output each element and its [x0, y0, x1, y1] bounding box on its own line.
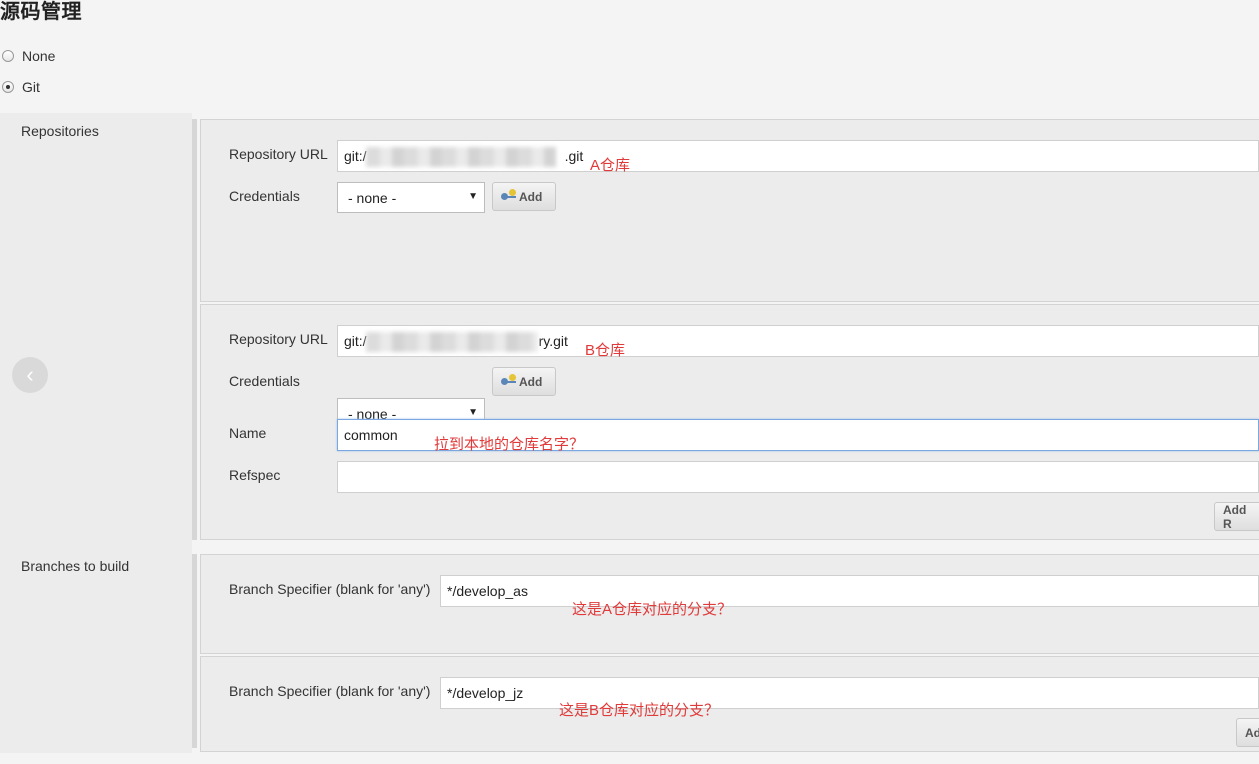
repo-b-url-label: Repository URL	[229, 331, 328, 347]
branch-a-annotation: 这是A仓库对应的分支？	[572, 601, 733, 618]
dropdown-arrow-icon: ▼	[468, 191, 478, 202]
radio-git-label: Git	[22, 79, 40, 95]
add-branch-label: Ad	[1245, 725, 1259, 740]
chevron-left-icon: ‹	[26, 362, 34, 387]
repo-a-url-suffix: .git	[564, 148, 584, 164]
repo-a-url-input[interactable]: git:/ .git	[337, 140, 1259, 172]
repo-b-name-label: Name	[229, 425, 267, 441]
scroll-left-button[interactable]: ‹	[12, 357, 48, 393]
repo-b-url-prefix: git:/	[344, 333, 367, 349]
scm-option-git[interactable]: Git	[0, 77, 40, 97]
repo-a-credentials-select[interactable]: - none - ▼	[337, 182, 485, 213]
radio-git[interactable]	[2, 81, 14, 93]
add-branch-button[interactable]: Ad	[1236, 718, 1259, 747]
repo-a-url-prefix: git:/	[344, 148, 367, 164]
repo-b-url-blur	[366, 332, 538, 352]
branch-a-value: */develop_as	[447, 583, 528, 599]
repo-a-url-label: Repository URL	[229, 146, 328, 162]
branch-b-value: */develop_jz	[447, 685, 524, 701]
left-panel	[0, 113, 192, 753]
section-title: 源码管理	[0, 1, 82, 23]
repo-b-add-label: Add	[519, 374, 543, 389]
scm-option-none[interactable]: None	[0, 46, 55, 66]
branches-label: Branches to build	[21, 558, 130, 574]
repo-a-url-blur	[366, 147, 556, 167]
branches-divider	[192, 554, 197, 748]
repo-b-name-annotation: 拉到本地的仓库名字？	[434, 436, 585, 453]
repositories-label: Repositories	[21, 123, 99, 139]
add-repository-label: Add R	[1223, 502, 1247, 531]
dropdown-arrow-icon: ▼	[468, 407, 478, 418]
branch-b-label: Branch Specifier (blank for 'any')	[229, 683, 431, 699]
repo-a-add-label: Add	[519, 189, 543, 204]
branch-a-label: Branch Specifier (blank for 'any')	[229, 581, 431, 597]
key-icon	[501, 188, 517, 202]
repo-b-refspec-label: Refspec	[229, 467, 281, 483]
repo-b-name-value: common	[344, 427, 398, 443]
repo-a-credentials-label: Credentials	[229, 188, 300, 204]
repo-b-annotation: B仓库	[585, 342, 626, 359]
repo-b-credentials-label: Credentials	[229, 373, 300, 389]
add-repository-button[interactable]: Add R	[1214, 502, 1259, 531]
radio-none[interactable]	[2, 50, 14, 62]
branch-b-annotation: 这是B仓库对应的分支？	[559, 702, 720, 719]
repo-b-url-suffix: ry.git	[538, 333, 568, 349]
repo-b-refspec-input[interactable]	[337, 461, 1259, 493]
repo-b-url-input[interactable]: git:/ ry.git	[337, 325, 1259, 357]
repo-a-add-credentials-button[interactable]: Add	[492, 182, 556, 211]
repo-b-add-credentials-button[interactable]: Add	[492, 367, 556, 396]
repositories-divider	[192, 119, 197, 540]
radio-none-label: None	[22, 48, 56, 64]
repo-a-annotation: A仓库	[590, 157, 631, 174]
key-icon	[501, 373, 517, 387]
repo-a-credentials-value: - none -	[348, 189, 397, 206]
branch-a-input[interactable]: */develop_as	[440, 575, 1259, 607]
